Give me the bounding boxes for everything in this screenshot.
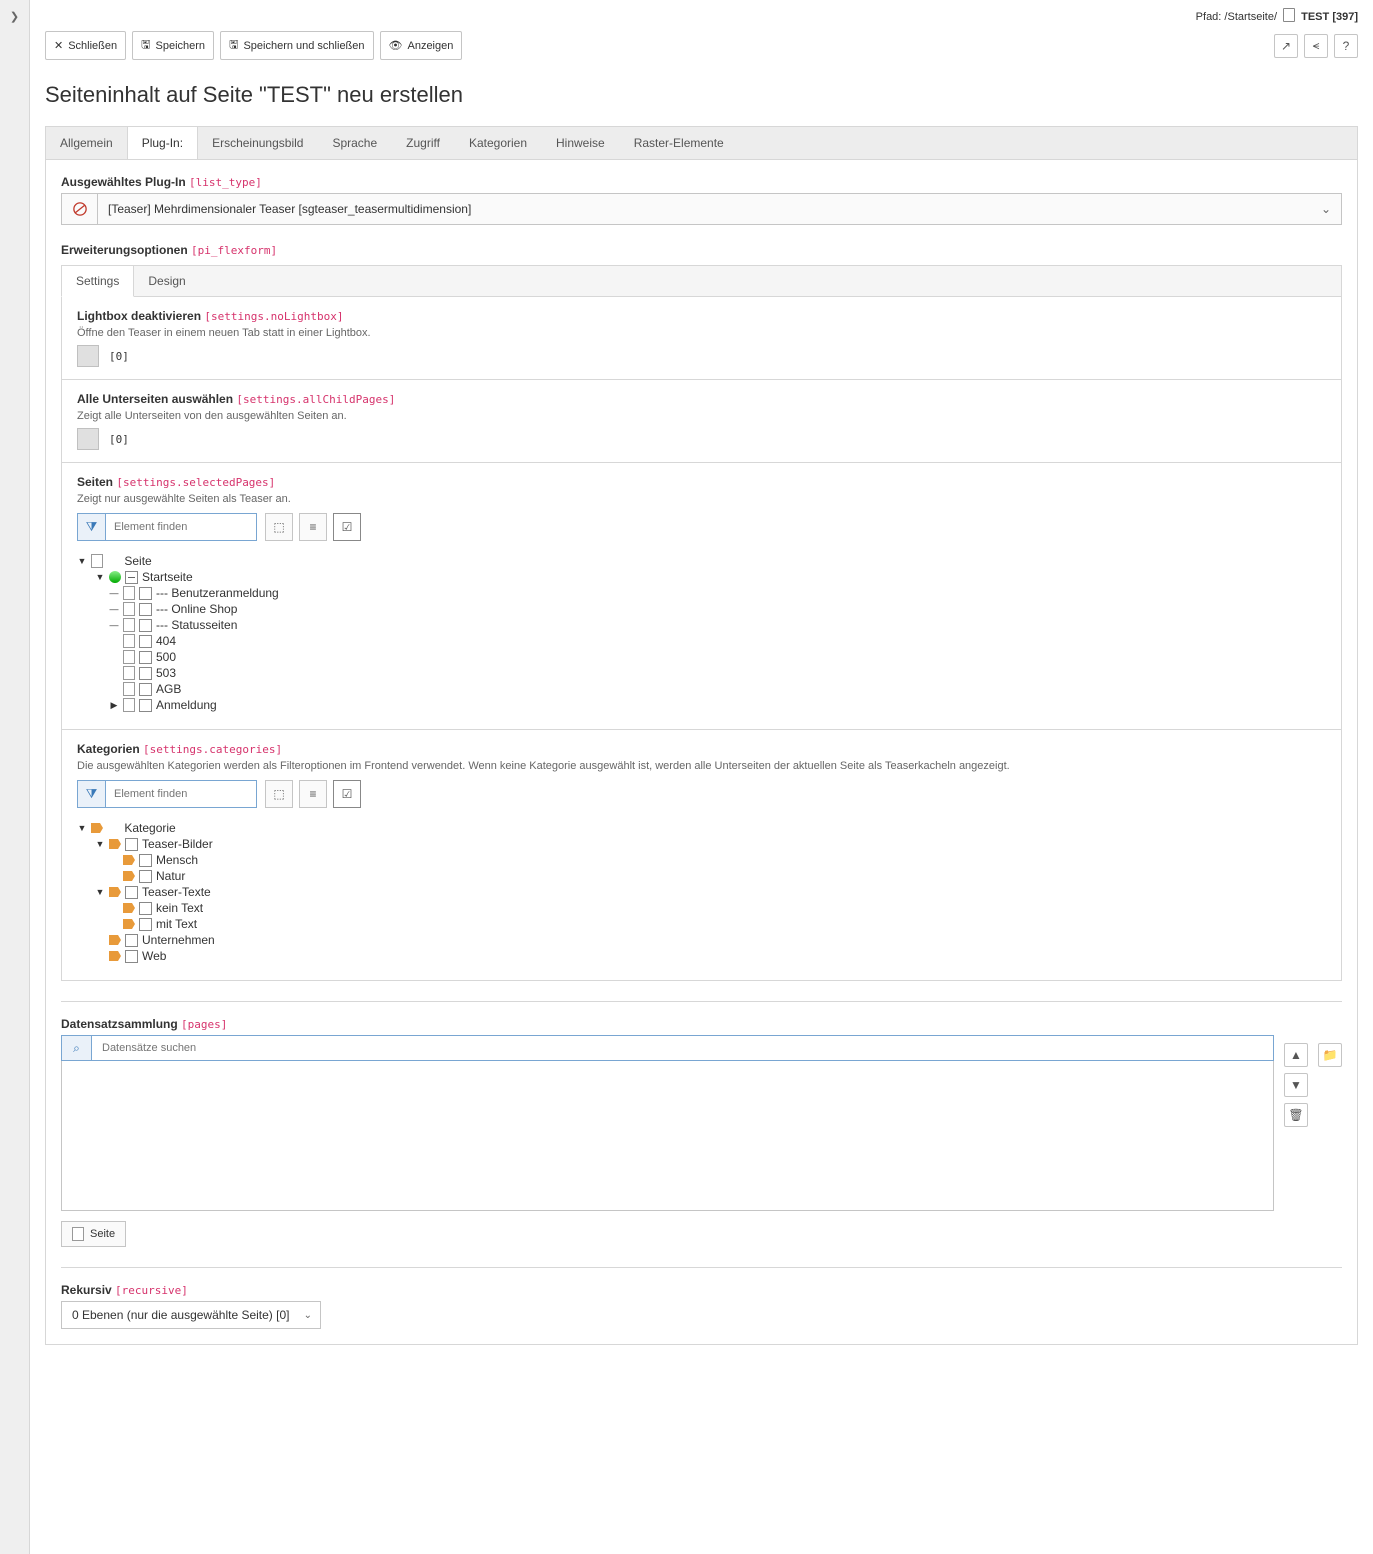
page-icon bbox=[72, 1227, 84, 1241]
path-label: Pfad: bbox=[1196, 11, 1222, 23]
categories-label: Kategorien bbox=[77, 742, 140, 756]
move-up-button[interactable]: ▲ bbox=[1284, 1043, 1308, 1067]
tab-notes[interactable]: Hinweise bbox=[542, 127, 620, 159]
tree-checkall-icon[interactable]: ☑ bbox=[333, 513, 361, 541]
recursive-label: Rekursiv bbox=[61, 1283, 112, 1297]
tree-list-icon[interactable]: ≡ bbox=[299, 780, 327, 808]
allchild-value: [0] bbox=[109, 433, 129, 446]
nolightbox-checkbox[interactable] bbox=[77, 345, 99, 367]
close-icon: ✕ bbox=[54, 39, 63, 52]
records-label: Datensatzsammlung bbox=[61, 1017, 178, 1031]
add-page-button[interactable]: Seite bbox=[61, 1221, 126, 1247]
filter-icon[interactable]: ⧩ bbox=[78, 514, 106, 540]
rail-expand-icon[interactable]: ❯ bbox=[10, 10, 19, 23]
save-close-button[interactable]: 🖫Speichern und schließen bbox=[220, 31, 373, 60]
allchild-desc: Zeigt alle Unterseiten von den ausgewähl… bbox=[77, 410, 1326, 422]
records-search-input[interactable] bbox=[92, 1036, 1273, 1060]
plugin-label: Ausgewähltes Plug-In bbox=[61, 175, 186, 189]
plugin-value: [Teaser] Mehrdimensionaler Teaser [sgtea… bbox=[98, 194, 1311, 224]
tag-icon bbox=[91, 823, 103, 833]
view-button[interactable]: 👁Anzeigen bbox=[380, 31, 463, 60]
tab-grid[interactable]: Raster-Elemente bbox=[620, 127, 739, 159]
tab-language[interactable]: Sprache bbox=[318, 127, 392, 159]
categories-desc: Die ausgewählten Kategorien werden als F… bbox=[77, 760, 1326, 772]
save-button[interactable]: 🖫Speichern bbox=[132, 31, 214, 60]
chevron-down-icon: ⌄ bbox=[1311, 194, 1341, 224]
tab-categories[interactable]: Kategorien bbox=[455, 127, 542, 159]
share-button[interactable]: ⪪ bbox=[1304, 34, 1328, 58]
tab-appearance[interactable]: Erscheinungsbild bbox=[198, 127, 318, 159]
allchild-label: Alle Unterseiten auswählen bbox=[77, 392, 233, 406]
page-icon bbox=[1283, 8, 1295, 22]
pages-label: Seiten bbox=[77, 475, 113, 489]
categories-filter-input[interactable] bbox=[106, 781, 256, 807]
records-list[interactable] bbox=[61, 1061, 1274, 1211]
tree-checkbox[interactable] bbox=[125, 571, 138, 584]
tab-general[interactable]: Allgemein bbox=[46, 127, 128, 159]
move-down-button[interactable]: ▼ bbox=[1284, 1073, 1308, 1097]
plugin-select[interactable]: [Teaser] Mehrdimensionaler Teaser [sgtea… bbox=[61, 193, 1342, 225]
nolightbox-label: Lightbox deaktivieren bbox=[77, 309, 201, 323]
page-title: Seiteninhalt auf Seite "TEST" neu erstel… bbox=[45, 82, 1358, 108]
save-close-icon: 🖫 bbox=[229, 36, 238, 55]
search-icon[interactable]: ⌕ bbox=[62, 1036, 92, 1060]
subtab-settings[interactable]: Settings bbox=[61, 265, 134, 297]
flex-code: [pi_flexform] bbox=[191, 244, 277, 257]
globe-icon bbox=[109, 571, 121, 583]
path-crumb: /Startseite/ bbox=[1224, 11, 1277, 23]
tree-expand-icon[interactable]: ⬚ bbox=[265, 780, 293, 808]
close-button[interactable]: ✕Schließen bbox=[45, 31, 126, 60]
tab-plugin[interactable]: Plug-In: bbox=[127, 127, 198, 159]
breadcrumb: Pfad: /Startseite/ TEST [397] bbox=[1196, 8, 1358, 23]
pages-filter-input[interactable] bbox=[106, 514, 256, 540]
flex-label: Erweiterungsoptionen bbox=[61, 243, 188, 257]
browse-button[interactable]: 📁 bbox=[1318, 1043, 1342, 1067]
tree-checkall-icon[interactable]: ☑ bbox=[333, 780, 361, 808]
allchild-checkbox[interactable] bbox=[77, 428, 99, 450]
tab-access[interactable]: Zugriff bbox=[392, 127, 455, 159]
plugin-code: [list_type] bbox=[189, 176, 262, 189]
plugin-status-icon bbox=[62, 194, 98, 224]
categories-tree[interactable]: ▼ Kategorie ▼Teaser-Bilder Mensch Natur … bbox=[77, 816, 1326, 968]
pages-desc: Zeigt nur ausgewählte Seiten als Teaser … bbox=[77, 493, 1326, 505]
eye-icon: 👁 bbox=[389, 39, 403, 52]
filter-icon[interactable]: ⧩ bbox=[78, 781, 106, 807]
module-rail: ❯ bbox=[0, 0, 30, 1554]
subtab-design[interactable]: Design bbox=[134, 266, 199, 296]
open-new-button[interactable]: ↗ bbox=[1274, 34, 1298, 58]
nolightbox-desc: Öffne den Teaser in einem neuen Tab stat… bbox=[77, 327, 1326, 339]
save-icon: 🖫 bbox=[141, 36, 150, 55]
tree-expand-icon[interactable]: ⬚ bbox=[265, 513, 293, 541]
recursive-select[interactable]: 0 Ebenen (nur die ausgewählte Seite) [0]… bbox=[61, 1301, 321, 1329]
help-button[interactable]: ? bbox=[1334, 34, 1358, 58]
delete-button[interactable]: 🗑 bbox=[1284, 1103, 1308, 1127]
chevron-down-icon: ⌄ bbox=[304, 1310, 312, 1321]
nolightbox-value: [0] bbox=[109, 350, 129, 363]
main-tabs: Allgemein Plug-In: Erscheinungsbild Spra… bbox=[45, 126, 1358, 159]
pages-tree[interactable]: ▼ Seite ▼Startseite —--- Benutzeranmeldu… bbox=[77, 549, 1326, 717]
tree-list-icon[interactable]: ≡ bbox=[299, 513, 327, 541]
